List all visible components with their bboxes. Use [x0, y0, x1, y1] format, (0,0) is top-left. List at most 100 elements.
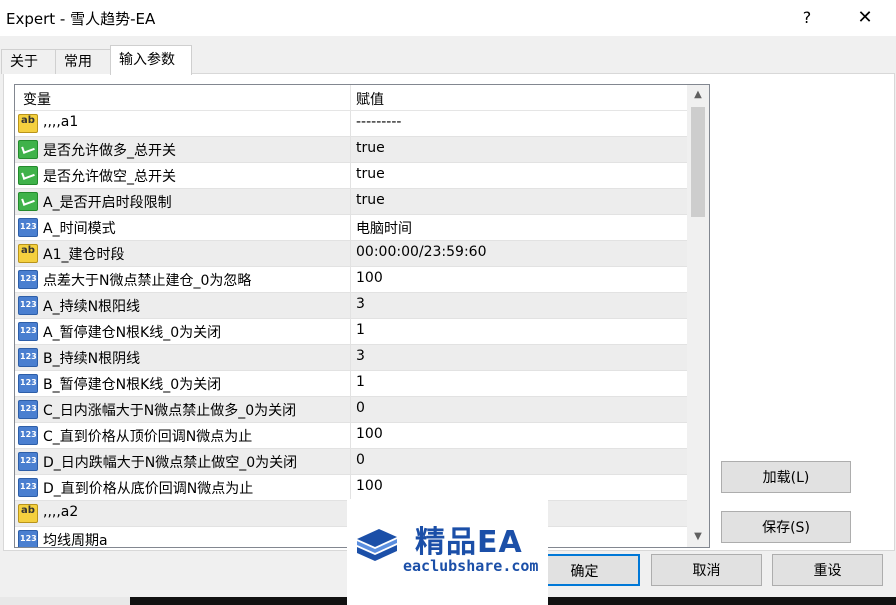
- close-button[interactable]: ✕: [842, 0, 888, 36]
- string-type-icon: [18, 244, 38, 263]
- param-name: 是否允许做多_总开关: [43, 143, 176, 159]
- param-value[interactable]: 100: [356, 478, 383, 494]
- param-name: C_日内涨幅大于N微点禁止做多_0为关闭: [43, 403, 297, 419]
- cell-separator: [350, 241, 351, 266]
- param-row[interactable]: ,,,,a1 ---------: [15, 111, 687, 137]
- param-row[interactable]: 是否允许做多_总开关 true: [15, 137, 687, 163]
- cell-separator: [350, 293, 351, 318]
- param-row[interactable]: 点差大于N微点禁止建仓_0为忽略 100: [15, 267, 687, 293]
- param-name: B_暂停建仓N根K线_0为关闭: [43, 377, 222, 393]
- watermark: 精品EA eaclubshare.com: [347, 499, 548, 605]
- help-button[interactable]: ?: [784, 0, 830, 36]
- grid-header: 变量 赋值: [15, 85, 687, 111]
- cell-separator: [350, 423, 351, 448]
- param-row[interactable]: D_日内跌幅大于N微点禁止做空_0为关闭 0: [15, 449, 687, 475]
- cell-separator: [350, 215, 351, 240]
- cell-separator: [350, 475, 351, 500]
- column-header-variable[interactable]: 变量: [23, 89, 51, 109]
- param-value[interactable]: 00:00:00/23:59:60: [356, 244, 486, 260]
- param-value[interactable]: 1: [356, 322, 365, 338]
- param-name: A_是否开启时段限制: [43, 195, 172, 211]
- param-row[interactable]: A_是否开启时段限制 true: [15, 189, 687, 215]
- grid-rows: ,,,,a1---------是否允许做多_总开关true是否允许做空_总开关t…: [15, 111, 687, 548]
- scroll-down-icon[interactable]: ▼: [687, 527, 709, 547]
- param-value[interactable]: true: [356, 166, 385, 182]
- param-value[interactable]: ---------: [356, 114, 401, 130]
- watermark-brand: 精品EA: [415, 525, 523, 560]
- number-type-icon: [18, 426, 38, 445]
- number-type-icon: [18, 348, 38, 367]
- param-name: C_直到价格从顶价回调N微点为止: [43, 429, 253, 445]
- param-value[interactable]: 3: [356, 348, 365, 364]
- param-value[interactable]: true: [356, 140, 385, 156]
- param-row[interactable]: B_暂停建仓N根K线_0为关闭 1: [15, 371, 687, 397]
- param-value[interactable]: 1: [356, 374, 365, 390]
- number-type-icon: [18, 478, 38, 497]
- param-name: A1_建仓时段: [43, 247, 125, 263]
- cell-separator: [350, 449, 351, 474]
- param-row[interactable]: A1_建仓时段 00:00:00/23:59:60: [15, 241, 687, 267]
- param-name: ,,,,a1: [43, 114, 79, 130]
- window-title: Expert - 雪人趋势-EA: [6, 10, 156, 28]
- column-separator: [350, 85, 351, 110]
- bool-type-icon: [18, 192, 38, 211]
- cell-separator: [350, 345, 351, 370]
- param-row[interactable]: A_持续N根阳线 3: [15, 293, 687, 319]
- books-logo-icon: [357, 529, 397, 561]
- param-name: D_直到价格从底价回调N微点为止: [43, 481, 254, 497]
- tab-inputs[interactable]: 输入参数: [110, 45, 192, 75]
- number-type-icon: [18, 218, 38, 237]
- parameters-grid: 变量 赋值 ,,,,a1---------是否允许做多_总开关true是否允许做…: [14, 84, 710, 548]
- param-name: 点差大于N微点禁止建仓_0为忽略: [43, 273, 252, 289]
- string-type-icon: [18, 114, 38, 133]
- tab-strip: 关于 常用 输入参数: [0, 45, 896, 75]
- cell-separator: [350, 371, 351, 396]
- param-row[interactable]: C_日内涨幅大于N微点禁止做多_0为关闭 0: [15, 397, 687, 423]
- number-type-icon: [18, 530, 38, 547]
- column-header-value[interactable]: 赋值: [356, 89, 384, 109]
- number-type-icon: [18, 270, 38, 289]
- bool-type-icon: [18, 166, 38, 185]
- param-row[interactable]: 是否允许做空_总开关 true: [15, 163, 687, 189]
- number-type-icon: [18, 296, 38, 315]
- param-name: A_暂停建仓N根K线_0为关闭: [43, 325, 222, 341]
- param-name: A_持续N根阳线: [43, 299, 141, 315]
- param-value[interactable]: 0: [356, 452, 365, 468]
- cell-separator: [350, 319, 351, 344]
- cell-separator: [350, 397, 351, 422]
- param-row[interactable]: A_暂停建仓N根K线_0为关闭 1: [15, 319, 687, 345]
- number-type-icon: [18, 400, 38, 419]
- param-row[interactable]: A_时间模式 电脑时间: [15, 215, 687, 241]
- tab-common[interactable]: 常用: [55, 49, 115, 74]
- param-value[interactable]: 3: [356, 296, 365, 312]
- scroll-up-icon[interactable]: ▲: [687, 85, 709, 105]
- param-row[interactable]: C_直到价格从顶价回调N微点为止 100: [15, 423, 687, 449]
- title-bar: Expert - 雪人趋势-EA ? ✕: [0, 0, 896, 36]
- string-type-icon: [18, 504, 38, 523]
- tab-about[interactable]: 关于: [1, 49, 57, 74]
- param-name: A_时间模式: [43, 221, 116, 237]
- cell-separator: [350, 189, 351, 214]
- number-type-icon: [18, 374, 38, 393]
- cancel-button[interactable]: 取消: [651, 554, 762, 586]
- cell-separator: [350, 137, 351, 162]
- param-value[interactable]: 100: [356, 270, 383, 286]
- param-value[interactable]: 电脑时间: [356, 218, 412, 238]
- load-button[interactable]: 加载(L): [721, 461, 851, 493]
- param-value[interactable]: 0: [356, 400, 365, 416]
- param-row[interactable]: D_直到价格从底价回调N微点为止 100: [15, 475, 687, 501]
- param-name: B_持续N根阴线: [43, 351, 141, 367]
- bool-type-icon: [18, 140, 38, 159]
- param-name: 是否允许做空_总开关: [43, 169, 176, 185]
- cell-separator: [350, 111, 351, 136]
- param-row[interactable]: B_持续N根阴线 3: [15, 345, 687, 371]
- scrollbar-thumb[interactable]: [691, 107, 705, 217]
- watermark-url: eaclubshare.com: [403, 557, 539, 575]
- param-name: 均线周期a: [43, 533, 108, 548]
- param-value[interactable]: 100: [356, 426, 383, 442]
- param-value[interactable]: true: [356, 192, 385, 208]
- cell-separator: [350, 267, 351, 292]
- vertical-scrollbar[interactable]: ▲ ▼: [687, 85, 709, 547]
- reset-button[interactable]: 重设: [772, 554, 883, 586]
- save-button[interactable]: 保存(S): [721, 511, 851, 543]
